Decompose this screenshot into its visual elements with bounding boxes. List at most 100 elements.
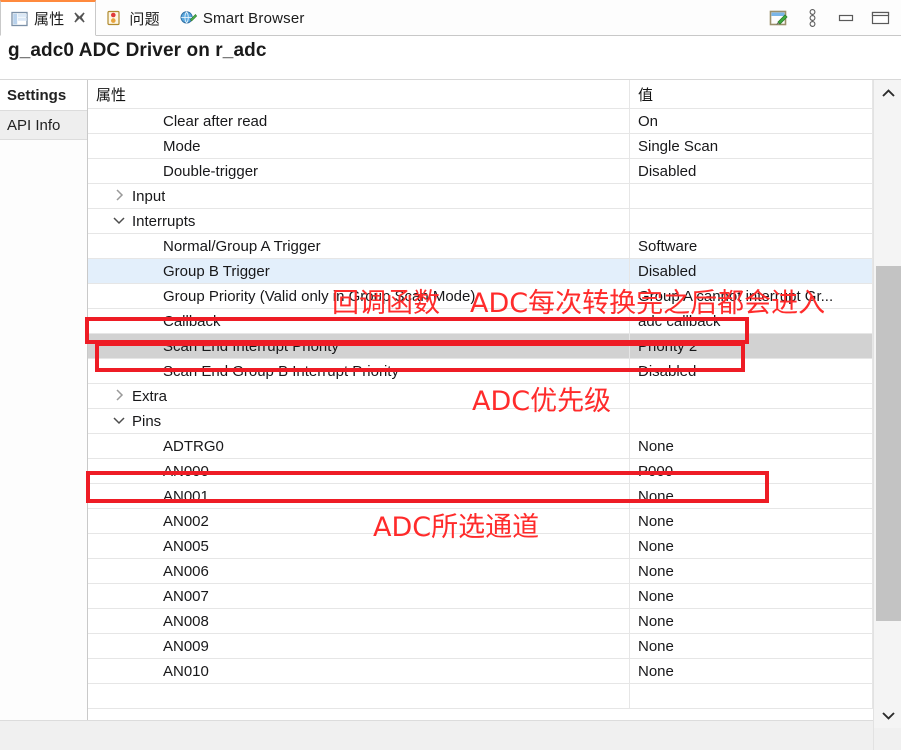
cell-value[interactable]: None [630,559,873,583]
tab-problems[interactable]: 问题 [96,0,168,36]
cell-value[interactable]: None [630,659,873,683]
cell-property[interactable]: Scan End Interrupt Priority [88,334,630,358]
column-header-property: 属性 [96,86,127,104]
cell-property[interactable]: Double-trigger [88,159,630,183]
property-value: None [638,612,674,630]
globe-icon [179,10,197,26]
table-row[interactable]: Scan End Interrupt Priority Priority 2 [88,334,873,359]
property-name: ADTRG0 [163,437,224,455]
scrollbar-track-end [874,728,901,750]
maximize-icon[interactable] [869,7,891,29]
scroll-up-icon[interactable] [874,82,901,104]
view-menu-icon[interactable] [801,7,823,29]
cell-value[interactable]: None [630,434,873,458]
chevron-down-icon[interactable] [112,214,126,228]
cell-value[interactable]: None [630,534,873,558]
cell-property[interactable]: Group B Trigger [88,259,630,283]
cell-property[interactable]: Mode [88,134,630,158]
cell-value[interactable] [630,184,873,208]
table-row[interactable]: AN010 None [88,659,873,684]
cell-value[interactable]: Single Scan [630,134,873,158]
header-cell-property[interactable]: 属性 [88,80,630,108]
cell-value[interactable]: Software [630,234,873,258]
table-row[interactable] [88,684,873,709]
cell-property[interactable]: Interrupts [88,209,630,233]
table-row[interactable]: Double-trigger Disabled [88,159,873,184]
table-row[interactable]: ADTRG0 None [88,434,873,459]
property-name: AN010 [163,662,209,680]
header-cell-value[interactable]: 值 [630,80,873,108]
property-name: Callback [163,312,221,330]
tab-properties[interactable]: 属性 [0,0,97,36]
minimize-icon[interactable] [835,7,857,29]
cell-value[interactable] [630,684,873,708]
cell-property[interactable]: AN010 [88,659,630,683]
cell-value[interactable] [630,384,873,408]
property-name: Input [132,187,166,205]
tab-label: 问题 [129,10,160,28]
table-row[interactable]: Clear after read On [88,109,873,134]
table-row[interactable]: Normal/Group A Trigger Software [88,234,873,259]
scroll-down-icon[interactable] [874,704,901,726]
cell-value[interactable]: None [630,509,873,533]
sidebar-item-api-info[interactable]: API Info [0,110,87,140]
cell-property[interactable]: Clear after read [88,109,630,133]
cell-value[interactable]: None [630,634,873,658]
cell-property[interactable]: AN007 [88,584,630,608]
cell-property[interactable]: AN008 [88,609,630,633]
cell-value[interactable]: Disabled [630,359,873,383]
cell-value[interactable]: None [630,484,873,508]
cell-property[interactable]: AN005 [88,534,630,558]
cell-property[interactable]: AN001 [88,484,630,508]
cell-property[interactable]: Normal/Group A Trigger [88,234,630,258]
table-row[interactable]: Interrupts [88,209,873,234]
chevron-right-icon[interactable] [112,188,126,204]
property-value: None [638,512,674,530]
table-row[interactable]: AN000 P000 [88,459,873,484]
table-row[interactable]: AN009 None [88,634,873,659]
cell-property[interactable]: AN002 [88,509,630,533]
cell-value[interactable]: On [630,109,873,133]
tab-label: 属性 [34,11,65,28]
cell-property[interactable]: AN006 [88,559,630,583]
chevron-down-icon[interactable] [112,414,126,428]
cell-value[interactable]: P000 [630,459,873,483]
cell-property[interactable] [88,684,630,708]
property-value: None [638,587,674,605]
cell-property[interactable]: AN009 [88,634,630,658]
table-row[interactable]: Mode Single Scan [88,134,873,159]
property-name: Scan End Interrupt Priority [163,337,339,355]
property-value: Single Scan [638,137,719,155]
vertical-scrollbar[interactable] [873,80,901,750]
cell-value[interactable]: Disabled [630,159,873,183]
settings-sidebar: Settings API Info [0,80,88,750]
cell-value[interactable] [630,409,873,433]
table-row[interactable]: AN008 None [88,609,873,634]
view-window-controls [767,0,897,36]
cell-value[interactable]: None [630,584,873,608]
chevron-right-icon[interactable] [112,388,126,404]
cell-property[interactable]: Input [88,184,630,208]
table-row[interactable]: Input [88,184,873,209]
property-name: Scan End Group B Interrupt Priority [163,362,399,380]
tab-smart-browser[interactable]: Smart Browser [169,0,314,36]
cell-property[interactable]: AN000 [88,459,630,483]
cell-value[interactable]: None [630,609,873,633]
table-row[interactable]: AN007 None [88,584,873,609]
property-value: P000 [638,462,674,480]
pin-view-icon[interactable] [767,7,789,29]
cell-value[interactable]: Priority 2 [630,334,873,358]
cell-property[interactable]: ADTRG0 [88,434,630,458]
table-row[interactable]: AN006 None [88,559,873,584]
cell-value[interactable] [630,209,873,233]
property-name: Clear after read [163,112,268,130]
property-value: Disabled [638,162,697,180]
cell-value[interactable]: Disabled [630,259,873,283]
property-name: AN009 [163,637,209,655]
column-header-value: 值 [638,86,654,104]
sidebar-item-settings-label: Settings [7,86,67,104]
sidebar-item-settings[interactable]: Settings [0,80,87,110]
scrollbar-thumb[interactable] [876,266,901,621]
close-icon[interactable] [73,11,86,27]
property-value: Software [638,237,698,255]
